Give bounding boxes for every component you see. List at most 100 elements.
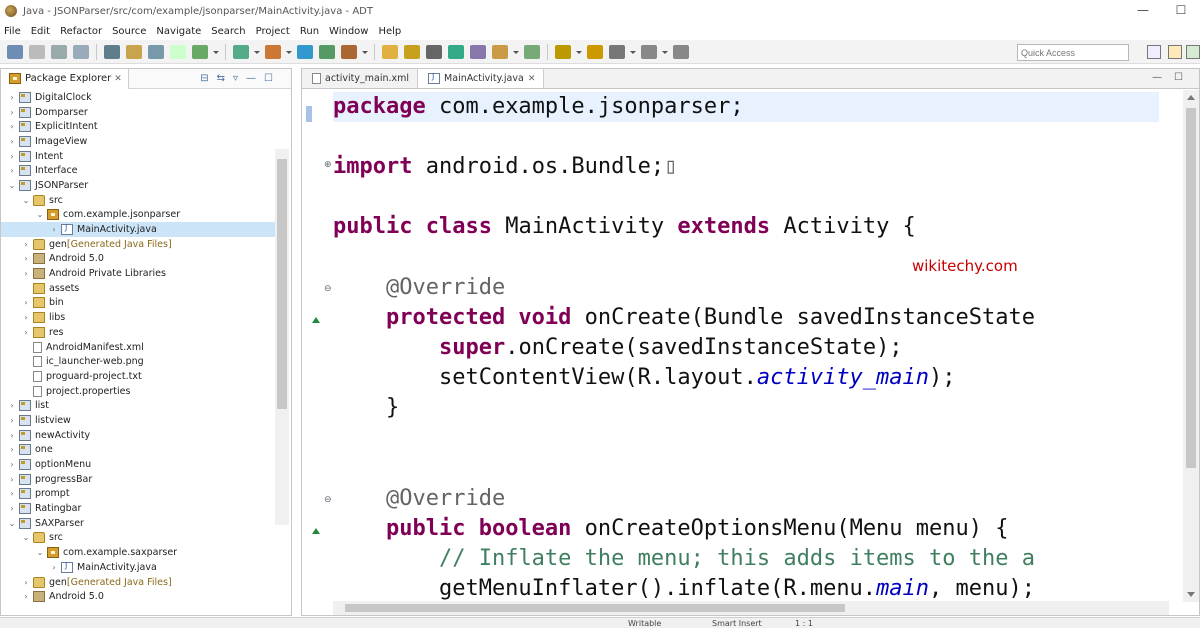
tree-item[interactable]: › gen [Generated Java Files] xyxy=(1,575,275,590)
collapsed-chevron-icon[interactable]: › xyxy=(49,563,59,572)
collapsed-chevron-icon[interactable]: › xyxy=(21,328,31,337)
tree-item[interactable]: ⌄ com.example.saxparser xyxy=(1,545,275,560)
tree-item[interactable]: › DigitalClock xyxy=(1,90,275,105)
scroll-up-icon[interactable] xyxy=(1187,95,1195,100)
open-type-icon[interactable] xyxy=(341,44,357,59)
expanded-chevron-icon[interactable]: ⌄ xyxy=(7,519,17,528)
scrollbar-thumb[interactable] xyxy=(1186,108,1196,468)
tree-item[interactable]: › Android Private Libraries xyxy=(1,266,275,281)
tree-item[interactable]: › optionMenu xyxy=(1,457,275,472)
collapsed-chevron-icon[interactable]: › xyxy=(21,240,31,249)
avd-manager-icon[interactable] xyxy=(126,44,142,59)
dropdown-arrow-icon[interactable] xyxy=(630,49,636,55)
editor-tab[interactable]: activity_main.xml xyxy=(302,69,419,88)
tree-item[interactable]: assets xyxy=(1,281,275,296)
menu-edit[interactable]: Edit xyxy=(27,26,56,37)
prev-annotation-icon[interactable] xyxy=(555,44,571,59)
tree-item[interactable]: › MainActivity.java xyxy=(1,222,275,237)
close-icon[interactable]: ✕ xyxy=(114,74,122,84)
new-icon[interactable] xyxy=(7,44,23,59)
save-all-icon[interactable] xyxy=(51,44,67,59)
editor-tab[interactable]: MainActivity.java ✕ xyxy=(418,69,545,88)
tree-item[interactable]: › res xyxy=(1,325,275,340)
collapsed-chevron-icon[interactable]: › xyxy=(21,578,31,587)
tree-item[interactable]: › Ratingbar xyxy=(1,501,275,516)
tree-item[interactable]: › bin xyxy=(1,296,275,311)
collapsed-chevron-icon[interactable]: › xyxy=(7,166,17,175)
collapsed-chevron-icon[interactable]: › xyxy=(21,592,31,601)
scroll-down-icon[interactable] xyxy=(1187,592,1195,597)
dropdown-arrow-icon[interactable] xyxy=(662,49,668,55)
editor-vertical-scrollbar[interactable] xyxy=(1183,90,1199,602)
external-tools-icon[interactable] xyxy=(265,44,281,59)
code-area[interactable]: wikitechy.com package com.example.jsonpa… xyxy=(333,90,1159,602)
expanded-chevron-icon[interactable]: ⌄ xyxy=(35,210,45,219)
menu-window[interactable]: Window xyxy=(325,26,374,37)
tree-item[interactable]: › prompt xyxy=(1,487,275,502)
dropdown-arrow-icon[interactable] xyxy=(254,49,260,55)
menu-help[interactable]: Help xyxy=(374,26,407,37)
fold-method-icon[interactable]: ⊖ xyxy=(324,495,332,505)
save-icon[interactable] xyxy=(29,44,45,59)
collapsed-chevron-icon[interactable]: › xyxy=(7,504,17,513)
dropdown-arrow-icon[interactable] xyxy=(286,49,292,55)
java-perspective-icon[interactable] xyxy=(1168,45,1182,59)
expanded-chevron-icon[interactable]: ⌄ xyxy=(21,196,31,205)
print-icon[interactable] xyxy=(73,44,89,59)
open-perspective-icon[interactable] xyxy=(1147,45,1161,59)
toggle-breadcrumb-icon[interactable] xyxy=(448,44,464,59)
fold-method-icon[interactable]: ⊖ xyxy=(324,284,332,294)
expand-import-icon[interactable]: ⊕ xyxy=(324,160,332,170)
tree-item[interactable]: › Domparser xyxy=(1,105,275,120)
minimize-button[interactable]: — xyxy=(1124,0,1162,22)
tree-item[interactable]: ⌄ src xyxy=(1,531,275,546)
dropdown-arrow-icon[interactable] xyxy=(513,49,519,55)
view-menu-icon[interactable]: ▿ xyxy=(233,73,238,84)
collapsed-chevron-icon[interactable]: › xyxy=(7,152,17,161)
tree-item[interactable]: › listview xyxy=(1,413,275,428)
pin-editor-icon[interactable] xyxy=(673,44,689,59)
build-icon[interactable] xyxy=(170,44,186,59)
maximize-editor-icon[interactable]: ☐ xyxy=(1174,72,1183,83)
collapsed-chevron-icon[interactable]: › xyxy=(7,416,17,425)
collapsed-chevron-icon[interactable]: › xyxy=(7,431,17,440)
dropdown-arrow-icon[interactable] xyxy=(576,49,582,55)
tree-item[interactable]: › one xyxy=(1,443,275,458)
tree-item[interactable]: › Android 5.0 xyxy=(1,252,275,267)
menu-source[interactable]: Source xyxy=(108,26,152,37)
tree-item[interactable]: › progressBar xyxy=(1,472,275,487)
tree-item[interactable]: ⌄ src xyxy=(1,193,275,208)
collapsed-chevron-icon[interactable]: › xyxy=(7,137,17,146)
quick-access-input[interactable] xyxy=(1017,44,1129,61)
lint-icon[interactable] xyxy=(148,44,164,59)
tree-item[interactable]: ⌄ SAXParser xyxy=(1,516,275,531)
toggle-mark-icon[interactable] xyxy=(426,44,442,59)
menu-file[interactable]: File xyxy=(0,26,27,37)
dropdown-arrow-icon[interactable] xyxy=(362,49,368,55)
menu-search[interactable]: Search xyxy=(207,26,251,37)
tree-item[interactable]: AndroidManifest.xml xyxy=(1,340,275,355)
run-icon[interactable] xyxy=(233,44,249,59)
tree-item[interactable]: › libs xyxy=(1,310,275,325)
scrollbar-thumb[interactable] xyxy=(345,604,845,612)
collapsed-chevron-icon[interactable]: › xyxy=(21,313,31,322)
sdk-manager-icon[interactable] xyxy=(104,44,120,59)
menu-project[interactable]: Project xyxy=(252,26,296,37)
collapsed-chevron-icon[interactable]: › xyxy=(7,475,17,484)
new-class-icon[interactable] xyxy=(297,44,313,59)
new-package-icon[interactable] xyxy=(319,44,335,59)
collapsed-chevron-icon[interactable]: › xyxy=(7,489,17,498)
scrollbar-thumb[interactable] xyxy=(277,159,287,409)
back-icon[interactable] xyxy=(609,44,625,59)
debug-icon[interactable] xyxy=(192,44,208,59)
ddms-perspective-icon[interactable] xyxy=(1186,45,1200,59)
collapsed-chevron-icon[interactable]: › xyxy=(7,122,17,131)
expanded-chevron-icon[interactable]: ⌄ xyxy=(35,548,45,557)
tree-item[interactable]: proguard-project.txt xyxy=(1,369,275,384)
link-with-editor-icon[interactable]: ⇆ xyxy=(217,73,225,84)
collapsed-chevron-icon[interactable]: › xyxy=(21,298,31,307)
show-whitespace-icon[interactable] xyxy=(470,44,486,59)
collapsed-chevron-icon[interactable]: › xyxy=(49,225,59,234)
tree-item[interactable]: ic_launcher-web.png xyxy=(1,354,275,369)
tree-item[interactable]: › Android 5.0 xyxy=(1,589,275,604)
